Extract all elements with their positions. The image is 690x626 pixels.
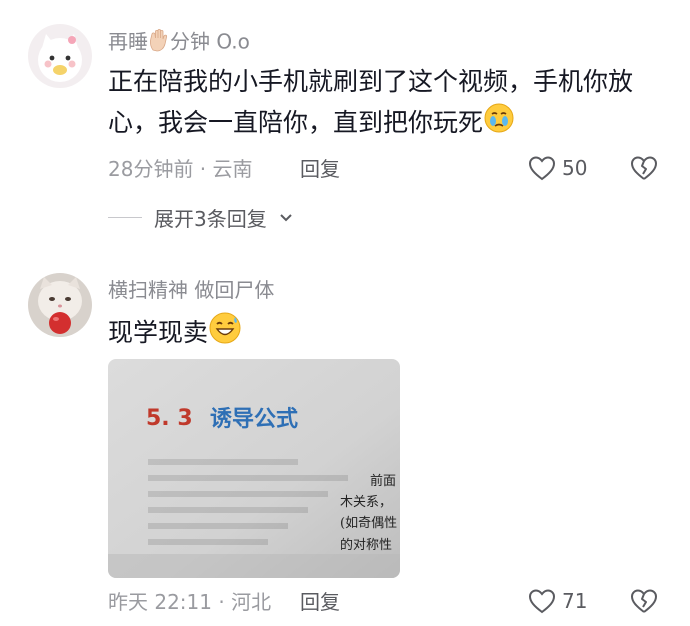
broken-heart-icon (631, 156, 657, 180)
comment-text-content: 现学现卖 (108, 318, 209, 347)
waving-hand-icon (148, 28, 170, 58)
like-button[interactable]: 71 (528, 588, 587, 614)
like-count: 71 (562, 589, 588, 613)
expand-replies-button[interactable]: 展开3条回复 (108, 203, 293, 232)
username-prefix: 再睡 (108, 29, 148, 54)
comment-text: 现学现卖 (108, 311, 668, 357)
dislike-button[interactable] (630, 155, 658, 185)
image-section-number: 5. 3 (146, 406, 193, 431)
image-text-line-3: (如奇偶性 (340, 515, 397, 531)
comment-image[interactable]: 5. 3 诱导公式 前面 木关系， (如奇偶性 的对称性 (108, 359, 400, 578)
image-text-line-1: 前面 (370, 473, 396, 489)
avatar[interactable] (28, 273, 92, 337)
heart-icon (528, 156, 556, 181)
like-count: 50 (562, 156, 588, 180)
comment-text: 正在陪我的小手机就刷到了这个视频，手机你放心，我会一直陪你，直到把你玩死 (108, 62, 668, 146)
username[interactable]: 横扫精神 做回尸体 (108, 277, 274, 303)
avatar[interactable] (28, 24, 92, 88)
comment-meta: 28分钟前 · 云南 (108, 157, 253, 181)
heart-icon (528, 589, 556, 614)
reply-button[interactable]: 回复 (300, 156, 340, 182)
username[interactable]: 再睡 分钟 O.o (108, 28, 250, 58)
comment-text-content: 正在陪我的小手机就刷到了这个视频，手机你放心，我会一直陪你，直到把你玩死 (108, 67, 634, 137)
like-button[interactable]: 50 (528, 155, 587, 181)
chevron-down-icon (280, 213, 292, 221)
expand-replies-label: 展开3条回复 (154, 207, 267, 231)
dislike-button[interactable] (630, 588, 658, 618)
image-text-line-4: 的对称性 (340, 537, 392, 553)
crying-face-icon (483, 102, 515, 146)
broken-heart-icon (631, 589, 657, 613)
username-suffix: 分钟 O.o (170, 29, 250, 54)
comment-meta: 昨天 22:11 · 河北 (108, 590, 272, 614)
image-text-line-2: 木关系， (340, 495, 392, 510)
image-section-title: 诱导公式 (210, 407, 298, 432)
grinning-sweat-face-icon (208, 311, 242, 357)
reply-button[interactable]: 回复 (300, 589, 340, 615)
divider-line (108, 217, 142, 218)
